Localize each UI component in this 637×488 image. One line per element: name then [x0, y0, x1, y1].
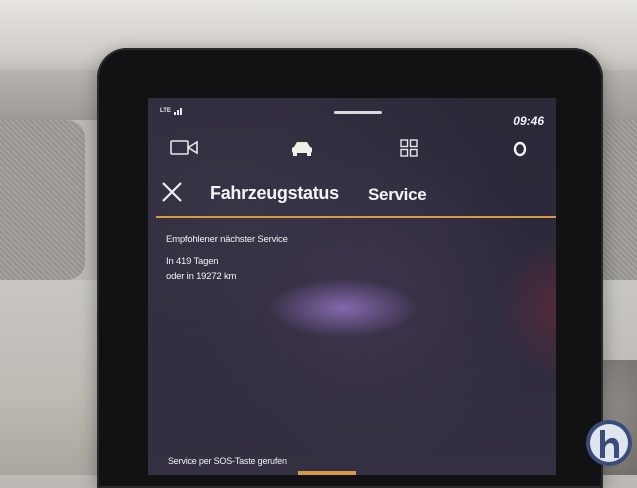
circle-icon[interactable]	[513, 138, 527, 158]
sos-service-note: Service per SOS-Taste gerufen	[168, 456, 287, 466]
page-title: Fahrzeugstatus	[210, 183, 339, 203]
sos-accent-bar	[298, 471, 356, 475]
header-divider	[156, 216, 556, 218]
service-days: In 419 Tagen	[166, 256, 219, 267]
service-distance: oder in 19272 km	[166, 271, 237, 282]
infotainment-screen: LTE 09:46 Fahrzeugstatus Service Empfohl…	[148, 98, 556, 475]
pull-down-handle[interactable]	[334, 111, 382, 114]
left-speaker-grille	[0, 120, 85, 280]
signal-icon	[174, 107, 186, 115]
tab-service[interactable]: Service	[368, 185, 427, 205]
watermark-logo-icon	[586, 420, 632, 466]
car-icon[interactable]	[290, 138, 314, 158]
camera-icon[interactable]	[170, 138, 200, 158]
apps-grid-icon[interactable]	[400, 138, 418, 158]
close-icon[interactable]	[160, 180, 184, 204]
status-clock: 09:46	[513, 114, 544, 128]
service-heading: Empfohlener nächster Service	[166, 234, 288, 245]
network-indicator: LTE	[160, 108, 171, 114]
reflection	[498, 238, 556, 378]
reflection	[268, 278, 418, 338]
